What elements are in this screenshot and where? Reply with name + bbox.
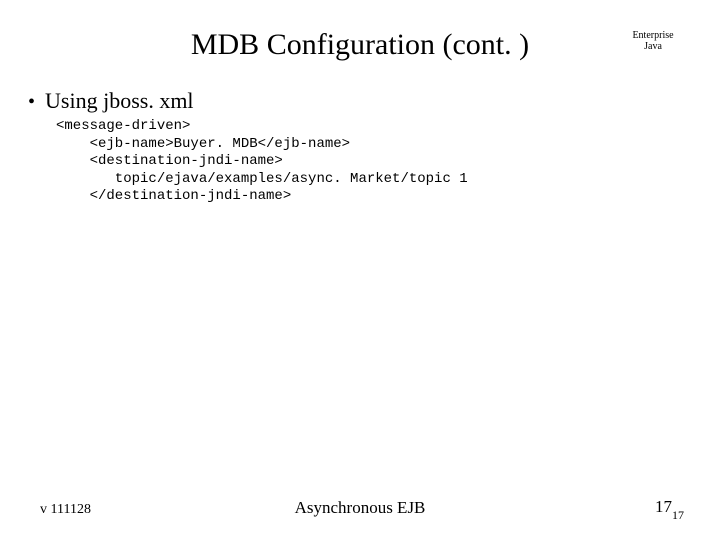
corner-label-line1: Enterprise (628, 30, 678, 41)
page-number-sub: 17 (672, 508, 684, 522)
corner-label-line2: Java (628, 41, 678, 52)
bullet-dot-icon: • (28, 92, 35, 112)
page-number-main: 17 (655, 497, 672, 516)
bullet-text: Using jboss. xml (45, 88, 194, 114)
code-block: <message-driven> <ejb-name>Buyer. MDB</e… (56, 118, 468, 206)
footer-title: Asynchronous EJB (0, 498, 720, 518)
bullet-item: • Using jboss. xml (28, 88, 194, 114)
corner-label: Enterprise Java (628, 30, 678, 52)
slide: MDB Configuration (cont. ) Enterprise Ja… (0, 0, 720, 540)
footer-page-number: 1717 (655, 497, 684, 520)
slide-title: MDB Configuration (cont. ) (0, 28, 720, 62)
